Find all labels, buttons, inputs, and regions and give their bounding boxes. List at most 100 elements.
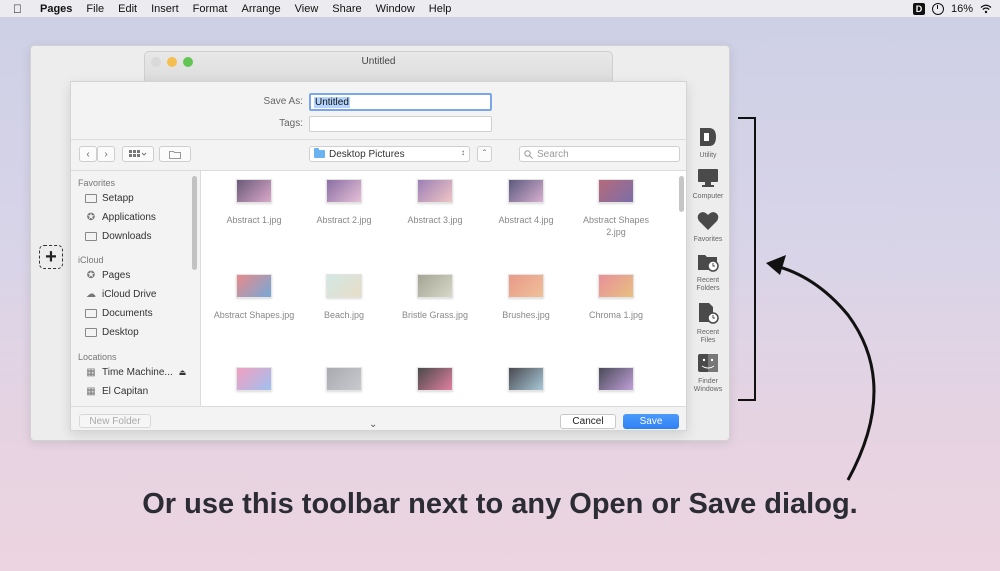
file-thumbnail bbox=[236, 179, 272, 203]
tags-label: Tags: bbox=[279, 118, 303, 129]
back-button[interactable]: ‹ bbox=[79, 146, 97, 162]
file-item[interactable] bbox=[302, 367, 386, 402]
curved-arrow-icon bbox=[766, 255, 876, 481]
file-item[interactable] bbox=[574, 367, 658, 402]
file-name: Abstract 3.jpg bbox=[407, 215, 463, 225]
drive-icon: ▦ bbox=[86, 385, 96, 397]
file-name: Abstract 4.jpg bbox=[498, 215, 554, 225]
forward-button[interactable]: › bbox=[97, 146, 115, 162]
file-item[interactable]: Abstract Shapes 2.jpg bbox=[574, 179, 658, 238]
file-thumbnail bbox=[508, 179, 544, 203]
sidebar-item-time-machine[interactable]: ▦ Time Machine... ⏏ bbox=[85, 367, 186, 378]
menu-window[interactable]: Window bbox=[376, 3, 415, 15]
search-field[interactable]: Search bbox=[519, 146, 680, 162]
file-item[interactable]: Abstract 4.jpg bbox=[484, 179, 568, 226]
folder-icon bbox=[85, 328, 97, 337]
cancel-button[interactable]: Cancel bbox=[560, 414, 616, 429]
applications-icon: ✪ bbox=[86, 211, 96, 223]
add-target-icon[interactable]: + bbox=[39, 245, 63, 269]
file-thumbnail bbox=[326, 274, 362, 298]
file-item[interactable]: Abstract 1.jpg bbox=[212, 179, 296, 226]
file-item[interactable]: Abstract 2.jpg bbox=[302, 179, 386, 226]
file-item[interactable] bbox=[484, 367, 568, 402]
menu-format[interactable]: Format bbox=[193, 3, 228, 15]
save-dialog: Save As: Untitled Tags: ‹ › Desktop Pict… bbox=[70, 81, 687, 431]
sidebar-item-documents[interactable]: Documents bbox=[85, 308, 153, 319]
toolbar-item-finder-windows[interactable]: Finder Windows bbox=[690, 353, 726, 394]
grid-view-icon bbox=[129, 150, 147, 157]
file-name: Bristle Grass.jpg bbox=[401, 310, 469, 320]
file-grid: Abstract 1.jpg Abstract 2.jpg Abstract 3.j… bbox=[201, 171, 686, 406]
pages-window-titlebar: Untitled bbox=[144, 51, 613, 83]
grid-scrollbar[interactable] bbox=[679, 176, 684, 212]
toolbar-item-utility[interactable]: Utility bbox=[690, 127, 726, 160]
dropzone-menu-icon[interactable]: D bbox=[912, 2, 925, 15]
file-item[interactable]: Brushes.jpg bbox=[484, 274, 568, 321]
file-item[interactable]: Beach.jpg bbox=[302, 274, 386, 321]
file-item[interactable] bbox=[212, 367, 296, 402]
favorites-heading: Favorites bbox=[78, 178, 116, 188]
pages-icon: ✪ bbox=[86, 269, 96, 281]
tags-field[interactable] bbox=[309, 116, 492, 132]
stepper-icon: ↕ bbox=[461, 148, 465, 157]
sidebar: Favorites Setapp ✪ Applications Downloads… bbox=[71, 171, 200, 406]
file-thumbnail bbox=[598, 274, 634, 298]
toolbar-item-recent-files[interactable]: Recent Files bbox=[690, 302, 726, 345]
save-as-field[interactable]: Untitled bbox=[309, 93, 492, 111]
view-options-button[interactable] bbox=[122, 146, 154, 162]
menu-bar:  Pages File Edit Insert Format Arrange … bbox=[0, 0, 1000, 17]
file-thumbnail bbox=[326, 367, 362, 391]
file-item[interactable]: Abstract Shapes.jpg bbox=[212, 274, 296, 321]
file-thumbnail bbox=[236, 367, 272, 391]
file-thumbnail bbox=[598, 367, 634, 391]
locations-heading: Locations bbox=[78, 352, 117, 362]
icloud-heading: iCloud bbox=[78, 255, 104, 265]
file-thumbnail bbox=[598, 179, 634, 203]
menu-edit[interactable]: Edit bbox=[118, 3, 137, 15]
search-icon bbox=[524, 149, 533, 159]
folder-icon bbox=[85, 309, 97, 318]
save-button[interactable]: Save bbox=[623, 414, 679, 429]
finder-icon bbox=[698, 354, 718, 372]
new-folder-toolbar-button[interactable] bbox=[159, 146, 191, 162]
save-as-label: Save As: bbox=[263, 96, 303, 107]
menu-view[interactable]: View bbox=[295, 3, 319, 15]
file-thumbnail bbox=[417, 274, 453, 298]
menu-share[interactable]: Share bbox=[332, 3, 361, 15]
file-name: Beach.jpg bbox=[323, 310, 365, 320]
clock-icon[interactable] bbox=[931, 2, 944, 15]
drive-icon: ▦ bbox=[86, 366, 96, 378]
toolbar-item-recent-folders[interactable]: Recent Folders bbox=[690, 252, 726, 293]
menu-arrange[interactable]: Arrange bbox=[241, 3, 280, 15]
new-folder-button[interactable]: New Folder bbox=[79, 414, 151, 428]
toolbar-item-favorites[interactable]: Favorites bbox=[690, 211, 726, 244]
file-item[interactable]: Chroma 1.jpg bbox=[574, 274, 658, 321]
sidebar-item-applications[interactable]: ✪ Applications bbox=[85, 212, 156, 223]
dropzone-d-icon bbox=[700, 128, 716, 146]
sidebar-item-el-capitan[interactable]: ▦ El Capitan bbox=[85, 386, 148, 397]
chevron-down-icon[interactable]: ⌄ bbox=[369, 419, 377, 430]
menu-file[interactable]: File bbox=[86, 3, 104, 15]
menu-app[interactable]: Pages bbox=[40, 3, 72, 15]
sidebar-item-desktop[interactable]: Desktop bbox=[85, 327, 139, 338]
menu-help[interactable]: Help bbox=[429, 3, 452, 15]
menu-insert[interactable]: Insert bbox=[151, 3, 179, 15]
apple-menu-icon[interactable]:  bbox=[13, 2, 27, 16]
file-item[interactable]: Abstract 3.jpg bbox=[393, 179, 477, 226]
collapse-button[interactable]: ˆ bbox=[477, 146, 492, 162]
sidebar-item-pages[interactable]: ✪ Pages bbox=[85, 269, 131, 281]
file-name: Abstract 2.jpg bbox=[316, 215, 372, 225]
sidebar-item-icloud-drive[interactable]: ☁ iCloud Drive bbox=[85, 289, 156, 300]
monitor-icon bbox=[698, 169, 718, 187]
eject-icon[interactable]: ⏏ bbox=[179, 368, 187, 377]
folder-clock-icon bbox=[698, 255, 719, 272]
location-popup[interactable]: Desktop Pictures ↕ bbox=[309, 146, 470, 162]
sidebar-item-downloads[interactable]: Downloads bbox=[85, 231, 151, 242]
dialog-footer: New Folder ⌄ Cancel Save bbox=[71, 406, 686, 430]
sidebar-scrollbar[interactable] bbox=[192, 176, 197, 270]
file-item[interactable]: Bristle Grass.jpg bbox=[393, 274, 477, 321]
file-item[interactable] bbox=[393, 367, 477, 402]
sidebar-item-setapp[interactable]: Setapp bbox=[85, 193, 134, 204]
toolbar-item-computer[interactable]: Computer bbox=[690, 168, 726, 201]
wifi-icon[interactable] bbox=[980, 4, 992, 14]
